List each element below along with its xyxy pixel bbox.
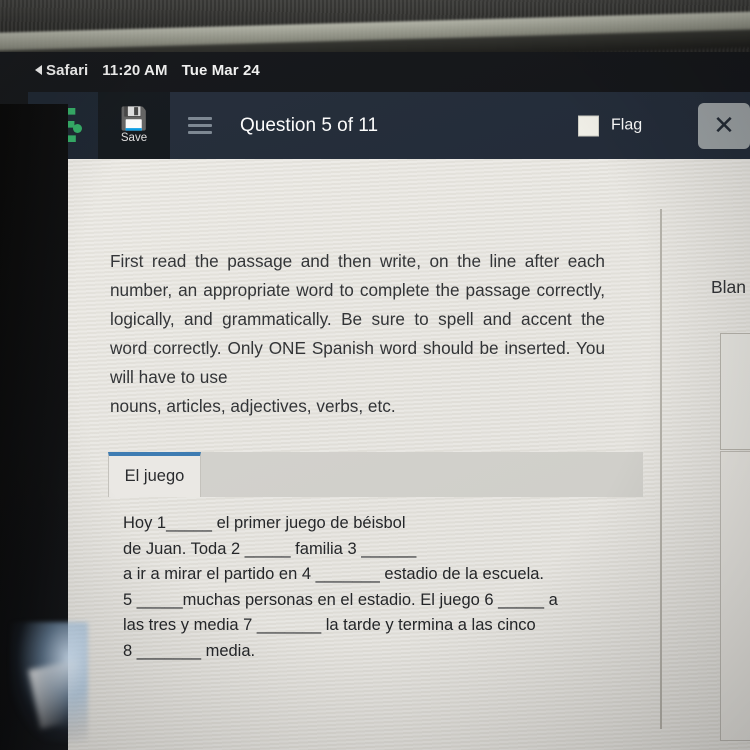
flag-checkbox[interactable] <box>578 115 599 136</box>
save-button-label: Save <box>120 131 148 144</box>
logo-dot-icon <box>73 124 82 133</box>
passage-line: de Juan. Toda 2 _____ familia 3 ______ <box>123 539 417 558</box>
app-header-bar: E 💾 Save Question 5 of 11 Flag ✕ <box>28 92 750 159</box>
question-counter-title: Question 5 of 11 <box>240 114 379 136</box>
passage-line: 8 _______ media. <box>123 641 256 660</box>
passage-line: 5 _____muchas personas en el estadio. El… <box>123 590 558 609</box>
floppy-disk-icon: 💾 <box>120 105 148 131</box>
close-icon: ✕ <box>713 110 735 141</box>
instructions-text: First read the passage and then write, o… <box>110 247 605 421</box>
status-bar-time: 11:20 AM <box>102 61 168 79</box>
header-right-region: Question 5 of 11 Flag ✕ <box>170 92 750 159</box>
tablet-bezel-left <box>0 104 68 750</box>
back-app-label: Safari <box>46 61 89 79</box>
back-arrow-icon <box>35 65 42 75</box>
question-page: First read the passage and then write, o… <box>68 159 750 750</box>
passage-text: Hoy 1_____ el primer juego de béisbol de… <box>123 511 633 664</box>
passage-tab-strip: El juego <box>108 452 643 497</box>
ios-status-bar: Safari 11:20 AM Tue Mar 24 <box>0 52 750 88</box>
instructions-paragraph: First read the passage and then write, o… <box>110 251 605 387</box>
answer-input-area[interactable] <box>720 451 750 741</box>
passage-line: Hoy 1_____ el primer juego de béisbol <box>123 514 406 532</box>
save-button[interactable]: 💾 Save <box>98 92 170 159</box>
hamburger-menu-icon[interactable] <box>188 117 212 134</box>
answer-toolbar: ⚭ X2 <box>720 333 750 450</box>
tablet-screen: Safari 11:20 AM Tue Mar 24 E 💾 Save Ques… <box>0 52 750 750</box>
subscript-icon[interactable]: X2 <box>721 398 750 427</box>
passage-line: a ir a mirar el partido en 4 _______ est… <box>123 565 545 583</box>
back-to-safari-button[interactable]: Safari <box>35 62 88 79</box>
flag-question-toggle[interactable]: Flag <box>578 115 642 136</box>
passage-line: las tres y media 7 _______ la tarde y te… <box>123 616 536 634</box>
status-bar-date: Tue Mar 24 <box>181 61 260 79</box>
tab-label: El juego <box>124 467 185 485</box>
insert-link-icon[interactable]: ⚭ <box>721 350 750 375</box>
instructions-last-line: nouns, articles, adjectives, verbs, etc. <box>110 396 396 416</box>
blank-field-label: Blan <box>711 277 747 297</box>
tab-el-juego[interactable]: El juego <box>108 452 201 497</box>
flag-label: Flag <box>611 116 643 134</box>
close-button[interactable]: ✕ <box>698 102 750 149</box>
column-divider <box>660 209 662 729</box>
